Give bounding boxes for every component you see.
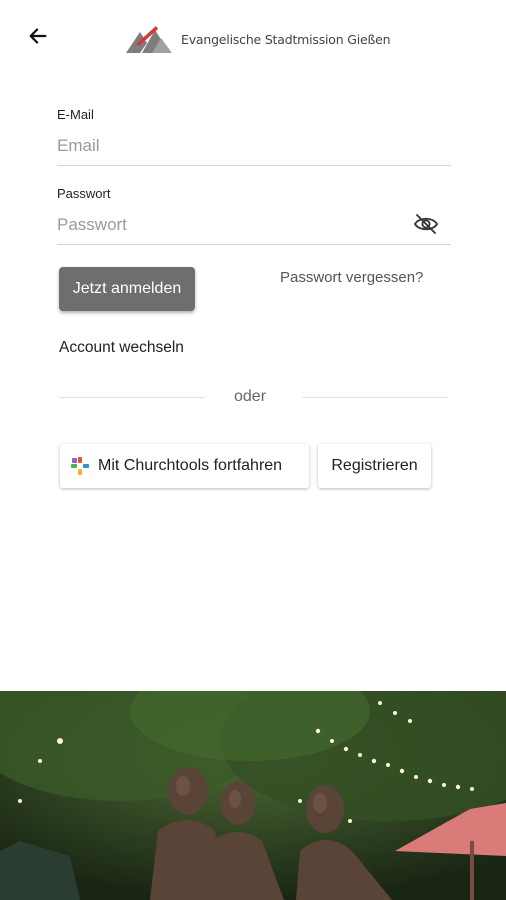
arrow-left-icon bbox=[29, 28, 47, 44]
divider-line-right bbox=[302, 397, 448, 398]
logo: Evangelische Stadtmission Gießen bbox=[124, 24, 391, 54]
password-input[interactable] bbox=[57, 213, 397, 237]
email-input[interactable] bbox=[57, 134, 397, 158]
divider-line-left bbox=[59, 397, 205, 398]
logo-text: Evangelische Stadtmission Gießen bbox=[181, 31, 391, 47]
switch-account-link[interactable]: Account wechseln bbox=[59, 339, 184, 357]
churchtools-icon bbox=[71, 457, 89, 475]
eye-off-icon bbox=[413, 214, 439, 234]
toggle-password-visibility[interactable] bbox=[412, 210, 440, 238]
churchtools-login-button[interactable]: Mit Churchtools fortfahren bbox=[60, 444, 309, 488]
forgot-password-link[interactable]: Passwort vergessen? bbox=[280, 269, 423, 286]
churchtools-label: Mit Churchtools fortfahren bbox=[98, 457, 283, 474]
stadtmission-logo-icon bbox=[126, 26, 172, 53]
email-label: E-Mail bbox=[57, 107, 94, 122]
email-field: E-Mail bbox=[57, 100, 451, 166]
photo-bronze-statues-night bbox=[0, 691, 506, 900]
password-label: Passwort bbox=[57, 186, 111, 201]
password-field: Passwort bbox=[57, 180, 451, 245]
divider-label: oder bbox=[234, 388, 267, 405]
register-button[interactable]: Registrieren bbox=[318, 444, 431, 488]
top-bar: Evangelische Stadtmission Gießen bbox=[0, 0, 506, 80]
login-button[interactable]: Jetzt anmelden bbox=[59, 267, 195, 311]
back-button[interactable] bbox=[22, 20, 54, 52]
